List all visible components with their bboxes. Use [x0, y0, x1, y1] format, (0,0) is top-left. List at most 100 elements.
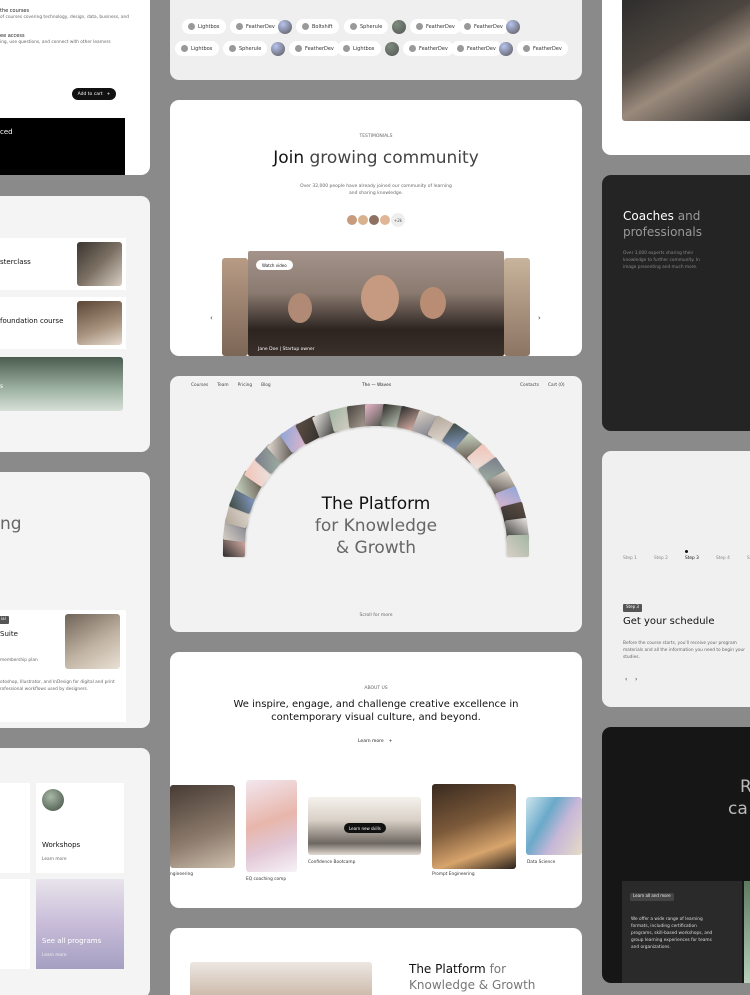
program-item-foundation[interactable]: foundation course	[0, 297, 126, 349]
suite-plan: membership plan	[0, 658, 38, 663]
courses-line-3: ee access	[0, 33, 25, 39]
coaches-desc-3: image presenting and much more.	[623, 265, 698, 270]
left-card-programs: sterclass foundation course s	[0, 196, 150, 452]
coaches-desc-1: Over 3,000 experts sharing their	[623, 251, 694, 256]
see-all-sub: Learn more	[42, 953, 67, 958]
suite-photo	[65, 614, 120, 669]
feather-logo-icon	[523, 45, 530, 52]
about-photo-engineering[interactable]	[170, 785, 235, 868]
suite-tag: ial	[0, 616, 9, 624]
masterclass-title: sterclass	[0, 258, 31, 266]
watch-video-button[interactable]: Watch video	[256, 260, 293, 270]
partner-logo-name: FeatherDev	[305, 45, 334, 52]
carousel-next-icon[interactable]: ›	[538, 314, 541, 322]
suite-desc-2: rofessional workflows used by designers.	[0, 687, 89, 692]
advanced-title: ced	[0, 128, 13, 136]
about-photo-confidence[interactable]: Learn new skills	[308, 797, 421, 855]
partner-logo-name: FeatherDev	[467, 45, 496, 52]
circle-logo-icon	[181, 45, 188, 52]
avatar	[379, 214, 391, 226]
count-badge: +2k	[391, 213, 405, 227]
about-photo-eq[interactable]	[246, 780, 297, 872]
partner-logo-name: Boltshift	[312, 23, 333, 30]
workshops-card[interactable]: Workshops Learn more	[36, 783, 124, 873]
courses-line-4: ing, use questions, and connect with oth…	[0, 40, 111, 45]
partner-logo-pill: Lightbox	[337, 41, 381, 56]
formats-big-2: ca	[728, 799, 748, 819]
bottom-title-platform: The Platform	[409, 962, 486, 976]
scroll-for-more[interactable]: Scroll for more	[170, 613, 582, 618]
left-card-courses: the courses of courses covering technolo…	[0, 0, 150, 175]
testimonial-main-photo: Watch video Jane Doe | Startup owner	[248, 251, 504, 356]
add-to-cart-button[interactable]: Add to cart +	[72, 88, 116, 100]
partner-logo-name: Spherule	[360, 23, 383, 30]
learn-new-skills-pill[interactable]: Learn new skills	[344, 823, 386, 833]
program-gradient-banner[interactable]: s	[0, 357, 123, 411]
about-photo-prompt[interactable]	[432, 784, 516, 869]
about-caption-3: Confidence Bootcamp	[308, 860, 356, 865]
testimonials-card: TESTIMONIALS Join growing community Over…	[170, 100, 582, 356]
partner-logo-pill: FeatherDev	[517, 41, 568, 56]
coaches-card: Coaches and professionals Over 3,000 exp…	[602, 175, 750, 431]
feather-logo-icon	[236, 23, 243, 30]
step-prev-icon[interactable]: ‹	[625, 676, 627, 683]
left-card-suite: ng ial Suite membership plan otoshop, Il…	[0, 472, 150, 728]
schedule-card: Step 1Step 2Step 3Step 4Ste Step 3 Get y…	[602, 451, 750, 707]
step-label[interactable]: Step 2	[654, 556, 668, 561]
suite-card[interactable]: ial Suite membership plan otoshop, Illus…	[0, 610, 126, 722]
plus-icon: +	[388, 739, 393, 744]
formats-green-accent	[744, 881, 750, 983]
partner-logo-name: Lightbox	[198, 23, 220, 30]
about-card: ABOUT US We inspire, engage, and challen…	[170, 652, 582, 908]
coaches-title-2: professionals	[623, 225, 702, 239]
foundation-photo	[77, 301, 122, 345]
see-all-title: See all programs	[42, 937, 102, 945]
logos-row-1: Lightbox FeatherDev Boltshift Spherule Feath…	[170, 19, 582, 35]
suite-heading: ng	[0, 514, 22, 534]
about-caption-5: Data Science	[527, 860, 556, 865]
foundation-title: foundation course	[0, 317, 64, 325]
right-photo-card	[602, 0, 750, 155]
bottom-hero-card: The Platform for Knowledge & Growth	[170, 928, 582, 995]
suite-desc-1: otoshop, Illustrator, and InDesign for d…	[0, 680, 115, 685]
about-photo-data[interactable]	[526, 797, 582, 855]
carousel-prev-icon[interactable]: ‹	[210, 314, 213, 322]
step-label[interactable]: Step 3	[685, 556, 699, 561]
partner-logo-pill: FeatherDev	[289, 41, 340, 56]
decorative-orb	[385, 42, 399, 56]
decorative-orb	[271, 42, 285, 56]
testimonial-person: Jane Doe | Startup owner	[258, 347, 315, 352]
feather-logo-icon	[464, 23, 471, 30]
step-label[interactable]: Step 1	[623, 556, 637, 561]
decorative-orb	[499, 42, 513, 56]
person-face-1	[361, 275, 399, 321]
workshops-learn-more[interactable]: Learn more	[42, 857, 67, 862]
logos-row-2: Lightbox Spherule FeatherDev Lightbox Feathe…	[170, 41, 582, 57]
program-item-masterclass[interactable]: sterclass	[0, 238, 126, 290]
feather-logo-icon	[416, 23, 423, 30]
workshops-orb-icon	[42, 789, 64, 811]
testimonial-side-photo-left	[222, 258, 248, 356]
workshop-blank-card-2	[0, 879, 30, 969]
courses-line-2: of courses covering technology, design, …	[0, 15, 129, 20]
see-all-programs-card[interactable]: See all programs Learn more	[36, 879, 124, 969]
hero-title-1: The Platform	[321, 494, 431, 514]
coaches-desc-2: knowledge to further community. In	[623, 258, 700, 263]
formats-p4: group learning experiences for teams	[631, 938, 712, 943]
title-community: growing community	[309, 148, 479, 168]
step-label[interactable]: Step 4	[716, 556, 730, 561]
partner-logo-pill: Spherule	[344, 19, 389, 34]
about-learn-more-button[interactable]: Learn more +	[358, 739, 392, 747]
partner-logo-name: FeatherDev	[533, 45, 562, 52]
about-caption-2: EQ coaching comp	[246, 877, 287, 882]
hero-card: Courses Team Pricing Blog The — Waves Conta…	[170, 376, 582, 632]
partner-logo-pill: FeatherDev	[410, 19, 461, 34]
step-tag: Step 3	[623, 604, 642, 612]
step-next-icon[interactable]: ›	[635, 676, 637, 683]
feather-logo-icon	[295, 45, 302, 52]
person-name: Jane Doe	[258, 347, 279, 352]
circle-logo-icon	[188, 23, 195, 30]
avatar-group: +2k	[346, 213, 410, 227]
bolt-logo-icon	[302, 23, 309, 30]
and-word: and	[677, 209, 701, 223]
